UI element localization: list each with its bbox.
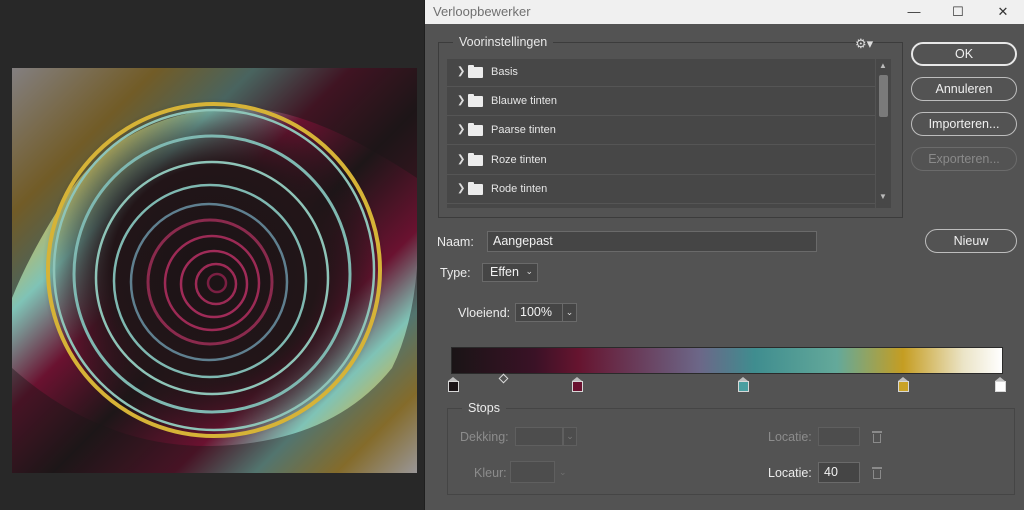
preset-label: Rode tinten bbox=[491, 183, 548, 195]
scroll-up-icon[interactable]: ▲ bbox=[879, 61, 887, 70]
stops-legend: Stops bbox=[462, 401, 506, 415]
opacity-location-input[interactable] bbox=[818, 427, 860, 446]
color-stop[interactable] bbox=[738, 377, 750, 392]
preset-folder-paarse-tinten[interactable]: ❯ Paarse tinten bbox=[447, 117, 875, 145]
title-bar[interactable]: Verloopbewerker — ☐ ✕ bbox=[425, 0, 1024, 24]
stop-swatch bbox=[572, 381, 584, 392]
scroll-down-icon[interactable]: ▼ bbox=[879, 192, 887, 201]
color-location-label: Locatie: bbox=[768, 466, 812, 480]
chevron-right-icon[interactable]: ❯ bbox=[457, 66, 465, 77]
ok-button[interactable]: OK bbox=[911, 42, 1017, 66]
preset-folder-blauwe-tinten[interactable]: ❯ Blauwe tinten bbox=[447, 88, 875, 116]
type-value: Effen bbox=[490, 265, 519, 279]
close-icon[interactable]: ✕ bbox=[992, 2, 1014, 22]
preset-label: Basis bbox=[491, 66, 518, 78]
preset-label: Blauwe tinten bbox=[491, 95, 558, 107]
stop-swatch bbox=[898, 381, 910, 392]
scroll-thumb[interactable] bbox=[879, 75, 888, 117]
opacity-location-label: Locatie: bbox=[768, 430, 812, 444]
chevron-down-icon[interactable]: ⌄ bbox=[525, 266, 533, 277]
gear-icon[interactable]: ⚙▾ bbox=[855, 36, 873, 52]
name-input[interactable]: Aangepast bbox=[487, 231, 817, 252]
folder-icon bbox=[468, 123, 483, 136]
chevron-right-icon[interactable]: ❯ bbox=[457, 183, 465, 194]
folder-icon bbox=[468, 153, 483, 166]
color-location-input[interactable]: 40 bbox=[818, 462, 860, 483]
stop-swatch bbox=[995, 381, 1006, 392]
smoothness-label: Vloeiend: bbox=[458, 306, 511, 320]
color-stop[interactable] bbox=[448, 377, 459, 392]
color-stop[interactable] bbox=[995, 377, 1006, 392]
color-stop[interactable] bbox=[572, 377, 584, 392]
spiral-artwork bbox=[12, 68, 417, 473]
trash-icon[interactable] bbox=[872, 431, 882, 443]
preset-label: Roze tinten bbox=[491, 154, 547, 166]
color-stop[interactable] bbox=[898, 377, 910, 392]
preset-label: Paarse tinten bbox=[491, 124, 556, 136]
smoothness-dropdown-icon[interactable]: ⌄ bbox=[562, 303, 577, 322]
spiral-image bbox=[12, 68, 417, 473]
preset-folder-roze-tinten[interactable]: ❯ Roze tinten bbox=[447, 147, 875, 175]
stop-swatch bbox=[448, 381, 459, 392]
name-label: Naam: bbox=[437, 235, 474, 249]
dialog-title: Verloopbewerker bbox=[433, 4, 531, 19]
gradient-editor-dialog: Verloopbewerker — ☐ ✕ Voorinstellingen ⚙… bbox=[424, 0, 1024, 510]
gradient-preview-bar[interactable] bbox=[451, 347, 1003, 374]
export-button[interactable]: Exporteren... bbox=[911, 147, 1017, 171]
canvas-area bbox=[0, 0, 424, 510]
minimize-icon[interactable]: — bbox=[903, 2, 925, 22]
folder-icon bbox=[468, 65, 483, 78]
midpoint-diamond[interactable] bbox=[498, 373, 509, 384]
smoothness-input[interactable]: 100% bbox=[515, 303, 563, 322]
color-label: Kleur: bbox=[474, 466, 507, 480]
color-dropdown-icon[interactable]: ⌄ bbox=[559, 467, 567, 478]
preset-folder-rode-tinten[interactable]: ❯ Rode tinten bbox=[447, 176, 875, 204]
opacity-input[interactable] bbox=[515, 427, 563, 446]
maximize-icon[interactable]: ☐ bbox=[947, 2, 969, 22]
presets-scrollbar[interactable]: ▲ ▼ bbox=[876, 59, 891, 208]
new-button[interactable]: Nieuw bbox=[925, 229, 1017, 253]
trash-icon[interactable] bbox=[872, 467, 882, 479]
opacity-label: Dekking: bbox=[460, 430, 509, 444]
cancel-button[interactable]: Annuleren bbox=[911, 77, 1017, 101]
import-button[interactable]: Importeren... bbox=[911, 112, 1017, 136]
chevron-right-icon[interactable]: ❯ bbox=[457, 95, 465, 106]
folder-icon bbox=[468, 182, 483, 195]
type-label: Type: bbox=[440, 266, 471, 280]
chevron-right-icon[interactable]: ❯ bbox=[457, 154, 465, 165]
presets-list[interactable]: ❯ Basis ❯ Blauwe tinten ❯ Paarse tinten … bbox=[447, 59, 875, 208]
presets-legend: Voorinstellingen bbox=[453, 35, 554, 49]
stop-swatch bbox=[738, 381, 750, 392]
color-swatch[interactable] bbox=[510, 461, 555, 483]
folder-icon bbox=[468, 94, 483, 107]
preset-folder-basis[interactable]: ❯ Basis bbox=[447, 59, 875, 87]
type-select[interactable]: Effen ⌄ bbox=[482, 263, 538, 282]
opacity-dropdown-icon[interactable]: ⌄ bbox=[563, 427, 577, 446]
chevron-right-icon[interactable]: ❯ bbox=[457, 124, 465, 135]
